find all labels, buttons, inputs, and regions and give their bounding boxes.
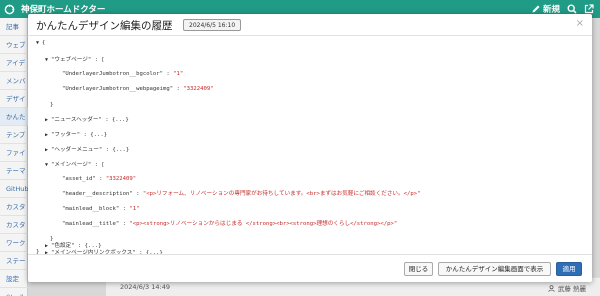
sidebar-item-settings[interactable]: 設定 — [0, 270, 28, 288]
json-prop-mainlead-block: "mainlead__block" : "1" — [62, 206, 140, 212]
modal-footer: 閉じる かんたんデザイン編集画面で表示 適用 — [28, 254, 592, 282]
json-node-color-settings: ▶ "色設定" : {...} — [45, 243, 102, 249]
json-prop-mainlead-title: "mainlead__title" : "<p><strong>リノベーションか… — [62, 221, 398, 227]
json-viewer: ▼{ ▼ "ウェブページ" : [ "UnderlayerJumbotron__b… — [28, 36, 592, 256]
sidebar-item-webpages[interactable]: ウェブ — [0, 36, 28, 54]
sidebar-item-ideas[interactable]: アイデ — [0, 54, 28, 72]
sidebar: 記事 ウェブ アイデ メンバ デザイ かんた テンプ ファイ テーマ GitHu… — [0, 18, 28, 296]
json-close-brace: } — [50, 102, 54, 108]
json-root: ▼{ — [36, 40, 46, 46]
json-root-close: } — [36, 249, 40, 255]
sidebar-item-github[interactable]: GitHub — [0, 180, 28, 198]
history-user: 武藤 熱麗 — [548, 283, 586, 293]
history-date-badge: 2024/6/5 16:10 — [183, 19, 242, 31]
sidebar-item-easy-design[interactable]: かんた — [0, 108, 28, 126]
search-icon[interactable] — [567, 4, 577, 14]
json-node-footer: ▶ "フッター" : {...} — [45, 132, 108, 138]
json-prop-bgcolor: "UnderlayerJumbotron__bgcolor" : "1" — [62, 71, 184, 77]
modal-title: かんたんデザイン編集の履歴 — [36, 20, 173, 32]
json-node-webpage: ▼ "ウェブページ" : [ — [45, 57, 105, 63]
json-prop-webpageimg: "UnderlayerJumbotron__webpageimg" : "332… — [62, 86, 214, 92]
pencil-icon — [532, 5, 540, 13]
sidebar-item-custom-2[interactable]: カスタ — [0, 216, 28, 234]
user-icon — [548, 284, 555, 292]
json-prop-asset-id: "asset_id" : "3322409" — [62, 176, 137, 182]
history-date: 2024/6/3 14:49 — [120, 283, 170, 291]
json-node-news-header: ▶ "ニュースヘッダー" : {...} — [45, 117, 129, 123]
sidebar-item-themes[interactable]: テーマ — [0, 162, 28, 180]
json-prop-header-description: "header__description" : "<p>リフォーム、リノベーショ… — [62, 191, 421, 197]
json-node-header-menu: ▶ "ヘッダーメニュー" : {...} — [45, 147, 130, 153]
sidebar-item-custom-1[interactable]: カスタ — [0, 198, 28, 216]
sidebar-item-tools[interactable]: ツール — [0, 288, 28, 296]
sidebar-item-members[interactable]: メンバ — [0, 72, 28, 90]
apply-button[interactable]: 適用 — [556, 262, 582, 276]
close-icon[interactable]: × — [576, 18, 584, 29]
open-in-editor-button[interactable]: かんたんデザイン編集画面で表示 — [438, 262, 551, 276]
history-modal: かんたんデザイン編集の履歴 2024/6/5 16:10 × ▼{ ▼ "ウェブペ… — [28, 14, 592, 282]
modal-header: かんたんデザイン編集の履歴 2024/6/5 16:10 × — [28, 14, 592, 36]
history-user-name: 武藤 熱麗 — [557, 285, 586, 293]
logo-icon[interactable] — [0, 0, 18, 18]
sidebar-item-articles[interactable]: 記事 — [0, 18, 28, 36]
sidebar-item-templates[interactable]: テンプ — [0, 126, 28, 144]
sidebar-item-workflow[interactable]: ワーク — [0, 234, 28, 252]
close-button[interactable]: 閉じる — [404, 262, 433, 276]
sidebar-item-files[interactable]: ファイ — [0, 144, 28, 162]
sidebar-item-design[interactable]: デザイ — [0, 90, 28, 108]
external-link-icon[interactable] — [584, 4, 594, 14]
sidebar-item-status[interactable]: ステー — [0, 252, 28, 270]
json-node-main-page: ▼ "メインページ" : [ — [45, 162, 105, 168]
